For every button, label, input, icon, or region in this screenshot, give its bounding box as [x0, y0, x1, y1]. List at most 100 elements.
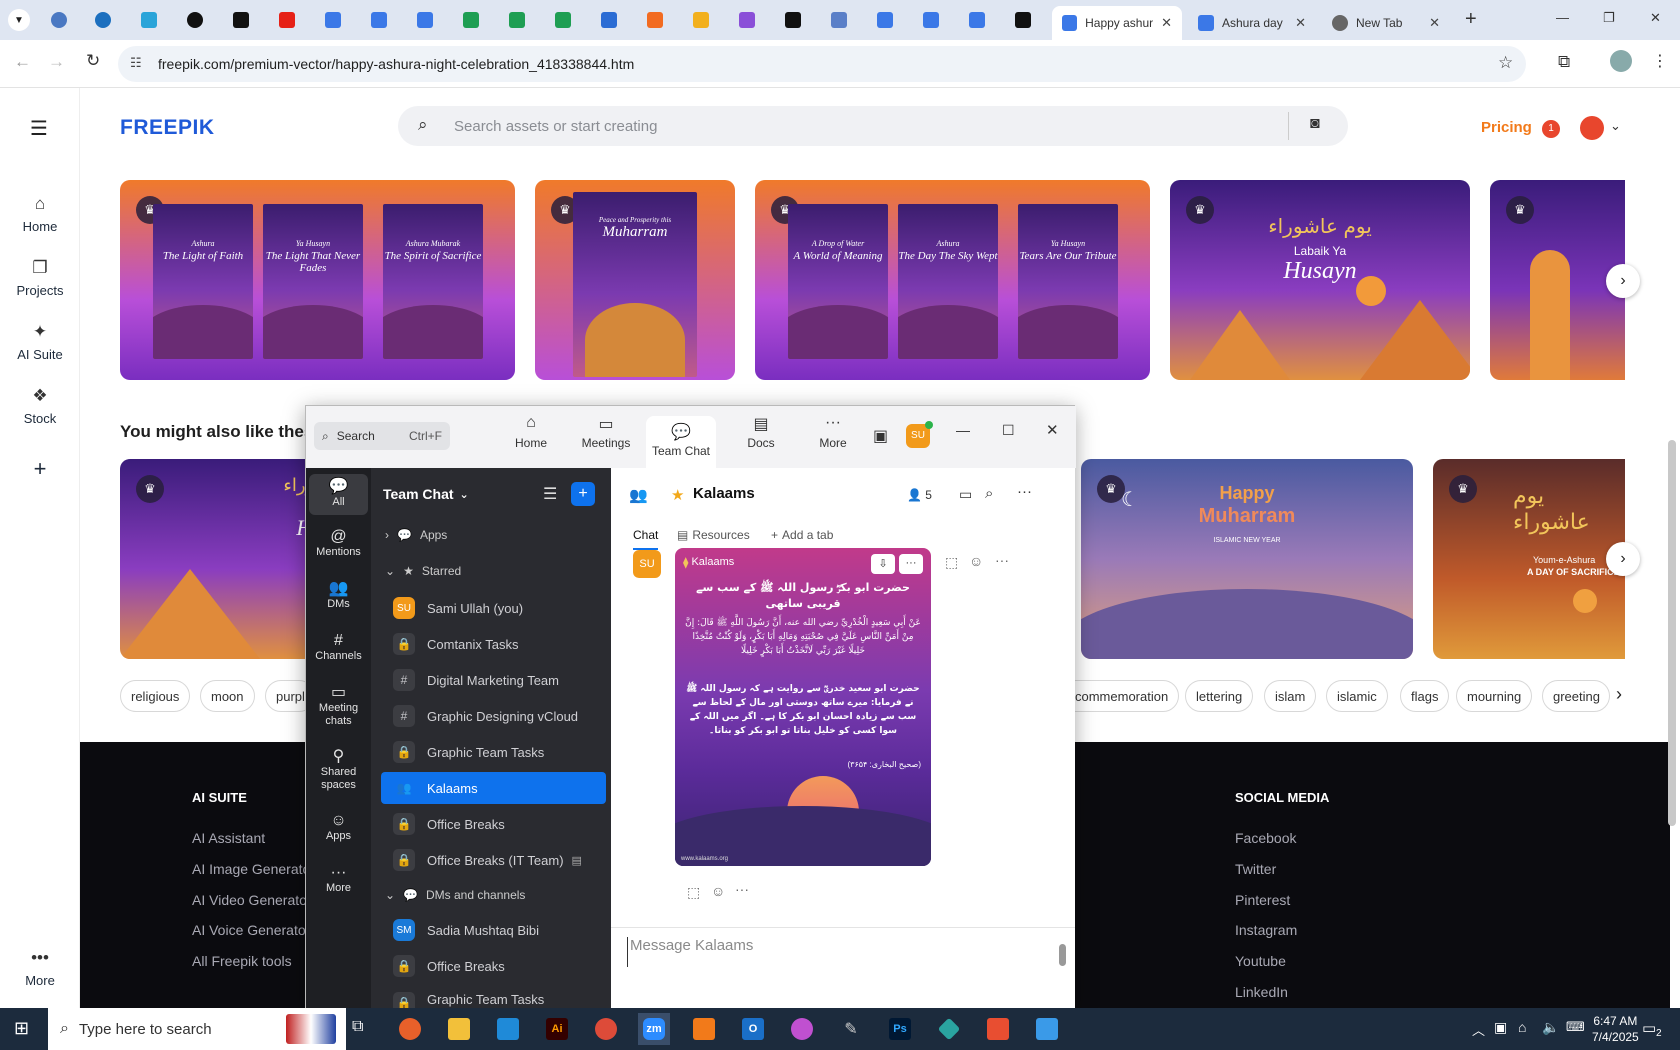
tab-resources[interactable]: ▤ Resources: [677, 528, 750, 542]
dm-item[interactable]: 🔒 Office Breaks: [381, 950, 606, 982]
footer-link[interactable]: AI Image Generator: [192, 861, 315, 877]
footer-link[interactable]: AI Video Generator: [192, 892, 312, 908]
footer-link[interactable]: All Freepik tools: [192, 953, 292, 969]
member-count[interactable]: 👤 5: [907, 488, 932, 502]
app-icon[interactable]: [688, 1013, 720, 1045]
channel-item[interactable]: # Graphic Designing vCloud: [381, 700, 606, 732]
notifications-icon[interactable]: ▭: [1642, 1019, 1656, 1037]
pinned-tab[interactable]: [412, 8, 438, 32]
minimize-button[interactable]: —: [1556, 10, 1569, 25]
channel-item[interactable]: 🔒 Office Breaks (IT Team) ▤: [381, 844, 606, 876]
close-tab-icon[interactable]: ✕: [1429, 15, 1440, 31]
browser-menu-icon[interactable]: ⋮: [1652, 51, 1668, 71]
tag-chip[interactable]: moon: [200, 680, 255, 712]
pinned-tab[interactable]: [550, 8, 576, 32]
pinned-tab[interactable]: [596, 8, 622, 32]
tag-chip[interactable]: islamic: [1326, 680, 1388, 712]
user-avatar[interactable]: [1580, 116, 1604, 140]
pinned-tab[interactable]: [688, 8, 714, 32]
chevron-up-icon[interactable]: ︿: [1472, 1020, 1485, 1039]
sidebar-item-projects[interactable]: ❐ Projects: [0, 258, 80, 298]
reply-icon[interactable]: ⬚: [687, 884, 700, 901]
keyboard-icon[interactable]: ⌨: [1566, 1019, 1585, 1035]
channel-item[interactable]: 🔒 Office Breaks: [381, 808, 606, 840]
asset-card[interactable]: ♛ يوم عاشوراء Labaik Ya Husayn: [1170, 180, 1470, 380]
asset-card[interactable]: ♛ يوم عاشوراء Youm-e-Ashura A DAY OF SAC…: [1433, 459, 1625, 659]
reload-icon[interactable]: ↻: [86, 51, 100, 71]
freepik-search-bar[interactable]: ⌕ Search assets or start creating ◙: [398, 106, 1348, 146]
tab-meetings[interactable]: ▭ Meetings: [571, 414, 641, 450]
channel-item[interactable]: 🔒 Comtanix Tasks: [381, 628, 606, 660]
chat-scrollbar[interactable]: [1059, 944, 1066, 966]
task-view-icon[interactable]: ⧉: [352, 1018, 363, 1036]
sidebar-item-home[interactable]: ⌂ Home: [0, 194, 80, 234]
app-icon[interactable]: [786, 1013, 818, 1045]
sender-avatar[interactable]: SU: [633, 550, 661, 578]
file-explorer-icon[interactable]: [443, 1013, 475, 1045]
tag-chip[interactable]: mourning: [1456, 680, 1533, 712]
rail-item-more[interactable]: ··· More: [309, 865, 368, 895]
hamburger-menu-icon[interactable]: ☰: [30, 116, 48, 141]
profile-avatar[interactable]: [1610, 50, 1632, 72]
omnibox[interactable]: ☷ freepik.com/premium-vector/happy-ashur…: [118, 46, 1526, 82]
add-tab-button[interactable]: + Add a tab: [771, 528, 833, 542]
emoji-icon[interactable]: ☺: [969, 553, 983, 569]
url-text[interactable]: freepik.com/premium-vector/happy-ashura-…: [158, 56, 634, 72]
tab-happy-ashura[interactable]: Happy ashura night celebration ✕: [1052, 6, 1182, 40]
pinned-tab[interactable]: [320, 8, 346, 32]
taskbar-search[interactable]: ⌕ Type here to search: [48, 1008, 346, 1050]
git-icon[interactable]: [982, 1013, 1014, 1045]
more-dots-icon[interactable]: ···: [899, 554, 923, 574]
extensions-icon[interactable]: ⧉: [1558, 52, 1570, 72]
calendar-icon[interactable]: ▣: [873, 426, 888, 446]
team-chat-header[interactable]: Team Chat ⌄: [383, 486, 469, 502]
more-dots-icon[interactable]: ···: [735, 881, 749, 897]
close-tab-icon[interactable]: ✕: [1295, 15, 1306, 31]
footer-link[interactable]: Pinterest: [1235, 892, 1290, 908]
chevron-right-icon[interactable]: ›: [1616, 684, 1622, 705]
app-icon[interactable]: [933, 1013, 965, 1045]
download-icon[interactable]: ⇩: [871, 554, 895, 574]
sidebar-item-stock[interactable]: ❖ Stock: [0, 386, 80, 426]
forward-icon[interactable]: →: [48, 52, 65, 72]
more-dots-icon[interactable]: ···: [1017, 483, 1032, 500]
pinned-tab[interactable]: [918, 8, 944, 32]
pinned-tab[interactable]: [46, 8, 72, 32]
camera-search-icon[interactable]: ◙: [1310, 115, 1320, 133]
rail-item-all[interactable]: 💬 All: [309, 474, 368, 515]
tab-team-chat[interactable]: 💬 Team Chat: [646, 416, 716, 468]
sidebar-item-more[interactable]: ••• More: [0, 948, 80, 988]
rail-item-shared-spaces[interactable]: ⚲ Shared spaces: [309, 749, 368, 792]
clock[interactable]: 6:47 AM 7/4/2025: [1592, 1013, 1639, 1045]
tab-new-tab[interactable]: New Tab ✕: [1322, 6, 1450, 40]
footer-link[interactable]: Facebook: [1235, 830, 1296, 846]
asset-card[interactable]: ♛ ☾ Happy Muharram ISLAMIC NEW YEAR: [1081, 459, 1413, 659]
channel-item[interactable]: # Digital Marketing Team: [381, 664, 606, 696]
vscode-icon[interactable]: [492, 1013, 524, 1045]
new-tab-button[interactable]: +: [1465, 8, 1477, 31]
tag-chip[interactable]: greeting: [1542, 680, 1610, 712]
photoshop-icon[interactable]: Ps: [884, 1013, 916, 1045]
pinned-tab[interactable]: [182, 8, 208, 32]
close-button[interactable]: ✕: [1046, 421, 1059, 439]
tab-docs[interactable]: ▤ Docs: [726, 414, 796, 450]
reply-icon[interactable]: ⬚: [945, 554, 958, 571]
pricing-link[interactable]: Pricing: [1481, 119, 1532, 136]
video-icon[interactable]: ▭: [959, 486, 972, 503]
pinned-tab[interactable]: [90, 8, 116, 32]
chat-title[interactable]: Kalaams: [693, 485, 755, 502]
pinned-tab[interactable]: [228, 8, 254, 32]
channel-item[interactable]: SU Sami Ullah (you): [381, 592, 606, 624]
tab-chat[interactable]: Chat: [633, 528, 659, 550]
maximize-button[interactable]: ❐: [1603, 10, 1615, 26]
message-composer[interactable]: Message Kalaams: [627, 937, 1059, 967]
asset-card[interactable]: ♛ Ashura The Light of Faith Ya Husayn The …: [120, 180, 515, 380]
channel-item[interactable]: 🔒 Graphic Team Tasks: [381, 736, 606, 768]
pen-tool-icon[interactable]: ✎: [835, 1013, 867, 1045]
site-info-icon[interactable]: ☷: [130, 55, 142, 71]
tag-chip[interactable]: flags: [1400, 680, 1450, 712]
rail-item-meeting-chats[interactable]: ▭ Meeting chats: [309, 685, 368, 728]
asset-card[interactable]: ♛ A Drop of Water A World of Meaning Ashu…: [755, 180, 1150, 380]
footer-link[interactable]: LinkedIn: [1235, 984, 1288, 1000]
rail-item-dms[interactable]: 👥 DMs: [309, 581, 368, 611]
